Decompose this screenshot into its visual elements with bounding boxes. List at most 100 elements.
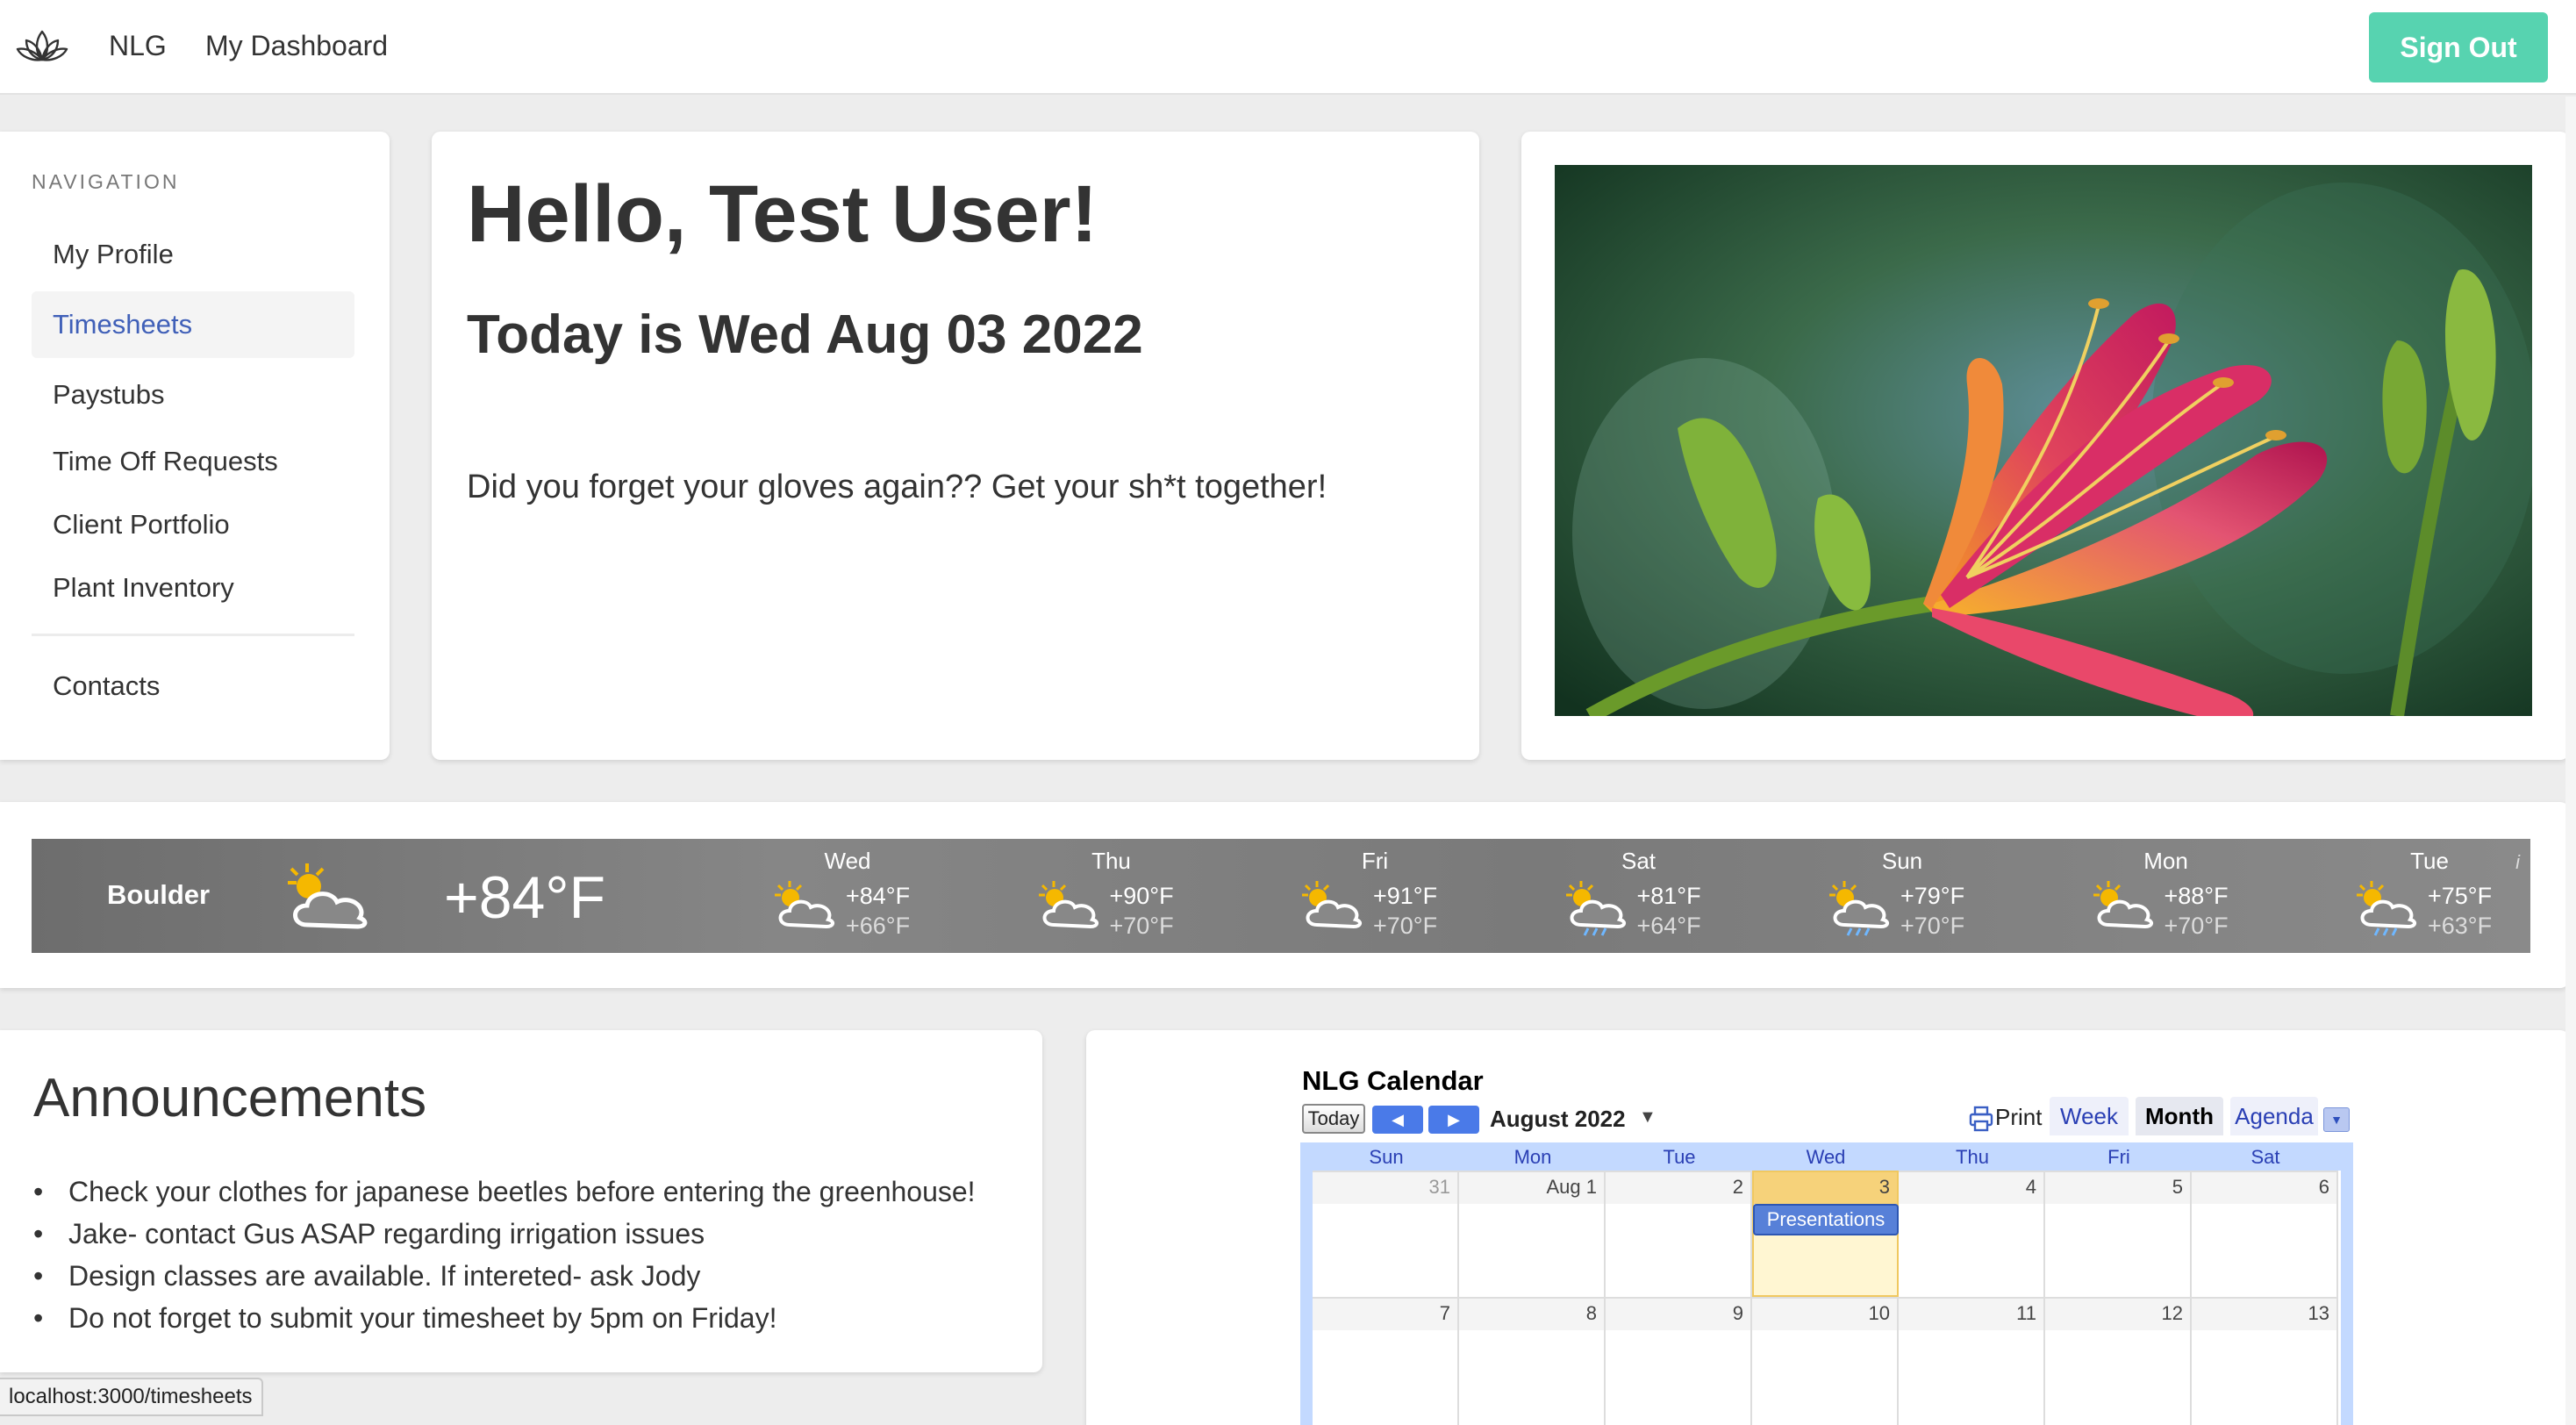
brand-link[interactable]: NLG (109, 30, 167, 62)
forecast-high: +75°F (2428, 883, 2493, 909)
forecast-day-name: Tue (2410, 848, 2449, 874)
calendar-day-header: Aug 1 (1459, 1172, 1604, 1204)
calendar-day-number: Aug 1 (1546, 1176, 1598, 1198)
calendar-day-number: 5 (2172, 1176, 2183, 1198)
print-link[interactable]: Print (1995, 1104, 2042, 1131)
scrollbar[interactable] (2565, 97, 2576, 1425)
sidebar-heading: NAVIGATION (32, 170, 180, 193)
forecast-high: +79°F (1900, 883, 1965, 909)
forecast-low: +63°F (2428, 913, 2493, 939)
forecast-day: Tue +75°F +63°F (2342, 839, 2517, 953)
sidebar-item-plant-inventory[interactable]: Plant Inventory (32, 555, 354, 621)
my-dashboard-link[interactable]: My Dashboard (205, 30, 388, 62)
partly-cloudy-rain-icon (1565, 881, 1626, 936)
calendar-dow-header: Sat (2250, 1146, 2280, 1168)
calendar-day-number: 13 (2308, 1302, 2329, 1324)
calendar-day-header: 2 (1606, 1172, 1750, 1204)
forecast-day: Wed +84°F +66°F (760, 839, 935, 953)
calendar-day-cell[interactable]: 31 (1313, 1171, 1459, 1297)
calendar-day-cell[interactable]: 2 (1606, 1171, 1752, 1297)
calendar-day-cell[interactable]: 10 (1752, 1297, 1899, 1425)
top-navbar: NLG My Dashboard Sign Out (0, 0, 2576, 95)
announcements-title: Announcements (33, 1068, 427, 1128)
calendar-day-header: 9 (1606, 1299, 1750, 1330)
partly-cloudy-rain-icon (1829, 881, 1889, 936)
sign-out-button[interactable]: Sign Out (2369, 12, 2548, 82)
printer-icon[interactable] (1969, 1106, 1993, 1132)
sidebar-item-time-off-requests[interactable]: Time Off Requests (32, 428, 354, 495)
calendar-day-header: 10 (1752, 1299, 1897, 1330)
calendar-day-header: 8 (1459, 1299, 1604, 1330)
calendar-day-number: 6 (2318, 1176, 2329, 1198)
forecast-low: +64°F (1636, 913, 1701, 939)
forecast-day-name: Sun (1881, 848, 1923, 874)
calendar-dow-header: Tue (1663, 1146, 1696, 1168)
tab-week[interactable]: Week (2050, 1097, 2129, 1135)
list-item: Do not forget to submit your timesheet b… (33, 1297, 976, 1339)
sidebar-item-timesheets[interactable]: Timesheets (32, 291, 354, 358)
chevron-down-icon[interactable]: ▼ (1639, 1107, 1657, 1128)
calendar-day-header: 5 (2045, 1172, 2190, 1204)
forecast-low: +70°F (1900, 913, 1965, 939)
forecast-day: Sat +81°F +64°F (1551, 839, 1727, 953)
sidebar-item-client-portfolio[interactable]: Client Portfolio (32, 491, 354, 558)
calendar-day-cell[interactable]: 11 (1899, 1297, 2045, 1425)
today-date: Today is Wed Aug 03 2022 (467, 304, 1143, 365)
calendar-day-number: 3 (1878, 1176, 1890, 1198)
partly-cloudy-icon (1302, 881, 1362, 929)
weather-city: Boulder (107, 879, 211, 910)
calendar-day-cell[interactable]: 6 (2192, 1171, 2338, 1297)
forecast-low: +66°F (846, 913, 911, 939)
sidebar-item-my-profile[interactable]: My Profile (32, 221, 354, 288)
tab-agenda[interactable]: Agenda (2230, 1097, 2318, 1135)
forecast-day: Sun +79°F +70°F (1814, 839, 1990, 953)
calendar-day-cell[interactable]: 13 (2192, 1297, 2338, 1425)
forecast-high: +90°F (1109, 883, 1174, 909)
calendar-day-number: 4 (2025, 1176, 2036, 1198)
next-month-button[interactable]: ▶ (1428, 1106, 1479, 1134)
announcements-list: Check your clothes for japanese beetles … (33, 1171, 976, 1339)
forecast-day-name: Wed (824, 848, 871, 874)
calendar-day-header: 11 (1899, 1299, 2043, 1330)
forecast-day: Mon +88°F +70°F (2079, 839, 2254, 953)
sidebar-item-paystubs[interactable]: Paystubs (32, 362, 354, 428)
calendar-day-header: 3 (1754, 1172, 1897, 1204)
calendar-day-cell[interactable]: 12 (2045, 1297, 2192, 1425)
forecast-low: +70°F (2164, 913, 2229, 939)
forecast-day: Fri +91°F +70°F (1287, 839, 1463, 953)
sidebar-item-contacts[interactable]: Contacts (32, 653, 354, 720)
tab-dropdown-icon[interactable]: ▼ (2323, 1107, 2350, 1132)
prev-month-button[interactable]: ◀ (1372, 1106, 1423, 1134)
calendar-day-header: 4 (1899, 1172, 2043, 1204)
today-button[interactable]: Today (1302, 1104, 1365, 1134)
calendar-day-cell[interactable]: 7 (1313, 1297, 1459, 1425)
calendar-day-cell[interactable]: Aug 1 (1459, 1171, 1606, 1297)
current-temperature: +84°F (444, 864, 606, 931)
weather-widget[interactable]: Boulder +84°F i Wed +84°F +66°F Thu +90°F +70… (32, 839, 2530, 953)
lotus-icon[interactable] (16, 26, 68, 67)
forecast-day-name: Mon (2143, 848, 2188, 874)
calendar-day-header: 7 (1313, 1299, 1457, 1330)
calendar-dow-header: Thu (1956, 1146, 1989, 1168)
forecast-high: +84°F (846, 883, 911, 909)
forecast-day-name: Fri (1361, 848, 1389, 874)
calendar-day-cell[interactable]: 5 (2045, 1171, 2192, 1297)
calendar-day-cell[interactable]: 8 (1459, 1297, 1606, 1425)
calendar-day-number: 9 (1732, 1302, 1743, 1324)
calendar-day-header: 31 (1313, 1172, 1457, 1204)
calendar-month-label[interactable]: August 2022 (1490, 1106, 1626, 1133)
tab-month[interactable]: Month (2136, 1097, 2223, 1135)
forecast-high: +91°F (1373, 883, 1438, 909)
calendar-day-number: 31 (1428, 1176, 1450, 1198)
calendar-dow-header: Fri (2107, 1146, 2130, 1168)
partly-cloudy-rain-icon (2357, 881, 2416, 936)
calendar-day-cell[interactable]: 4 (1899, 1171, 2045, 1297)
calendar-day-header: 6 (2192, 1172, 2336, 1204)
forecast-day: Thu +90°F +70°F (1024, 839, 1199, 953)
forecast-high: +88°F (2164, 883, 2229, 909)
calendar-event[interactable]: Presentations (1753, 1204, 1899, 1235)
greeting-message: Did you forget your gloves again?? Get y… (467, 469, 1327, 505)
calendar-day-cell[interactable]: 9 (1606, 1297, 1752, 1425)
greeting-title: Hello, Test User! (467, 169, 1098, 259)
calendar-day-number: 2 (1732, 1176, 1743, 1198)
